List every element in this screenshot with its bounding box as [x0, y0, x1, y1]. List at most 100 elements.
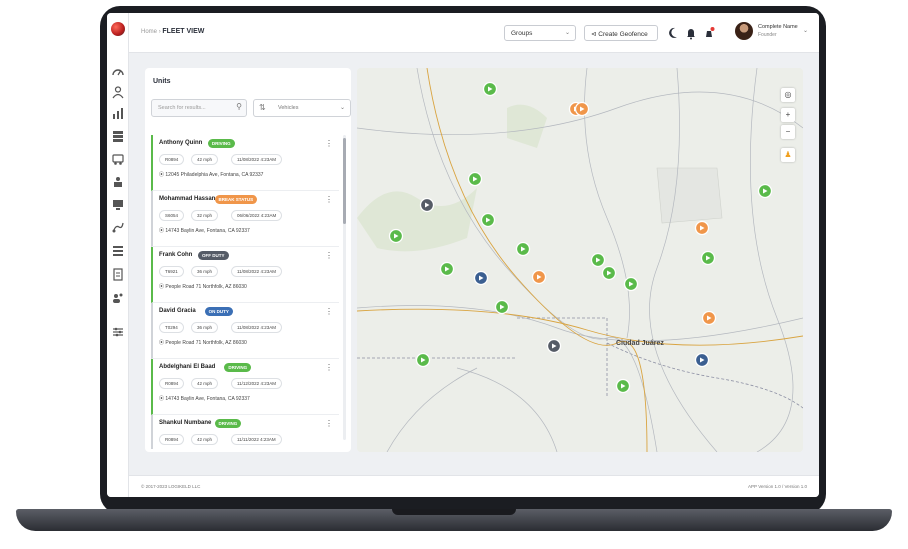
kebab-icon[interactable]: ⋮	[325, 195, 333, 204]
kebab-icon[interactable]: ⋮	[325, 307, 333, 316]
unit-id-chip: S6054	[159, 210, 185, 221]
chart-icon[interactable]	[111, 106, 125, 120]
vehicle-marker[interactable]	[480, 212, 496, 228]
monitor-icon[interactable]	[111, 198, 125, 212]
laptop-notch	[392, 509, 516, 515]
groups-select[interactable]: Groups ⌄	[504, 25, 576, 41]
vehicle-marker[interactable]	[574, 101, 590, 117]
unit-address-text: People Road 71 Northfolk, AZ 86030	[165, 284, 247, 290]
unit-card[interactable]: Abdelghani El Baad DRIVING ⋮ R0894 42 mph 11/…	[151, 359, 339, 415]
footer: © 2017-2023 LOGIKELD LLC APP Version 1.0…	[129, 475, 819, 497]
user-name: Complete Name	[758, 24, 798, 30]
status-badge: DRIVING	[224, 363, 252, 372]
users-icon[interactable]	[111, 85, 125, 99]
vehicle-marker[interactable]	[494, 299, 510, 315]
vehicle-marker[interactable]	[415, 352, 431, 368]
top-header: Home › FLEET VIEW Groups ⌄ ⊲ Create Geof…	[129, 13, 819, 53]
unit-card[interactable]: Frank Cohn OFF DUTY ⋮ T6921 36 mph 11/08/2022…	[151, 247, 339, 303]
vehicle-marker[interactable]	[467, 171, 483, 187]
status-badge: DRIVING	[207, 139, 235, 148]
unit-speed-chip: 36 mph	[191, 266, 219, 277]
unit-address-text: 14743 Baylin Ave, Fontana, CA 92337	[165, 228, 250, 234]
moon-icon[interactable]	[667, 26, 679, 40]
vehicle-marker[interactable]	[700, 250, 716, 266]
unit-time-chip: 11/12/2022 4:23AM	[231, 378, 282, 389]
app-version: APP Version 1.0 / Version 1.0	[748, 484, 807, 489]
truck-icon[interactable]	[111, 152, 125, 166]
vehicle-marker[interactable]	[615, 378, 631, 394]
unit-address-text: 14743 Baylin Ave, Fontana, CA 92337	[165, 396, 250, 402]
unit-id-chip: R0894	[159, 434, 185, 445]
vehicle-marker[interactable]	[694, 220, 710, 236]
unit-card[interactable]: Mohammad Hassan BREAK STATUS ⋮ S6054 32 mph 0…	[151, 191, 339, 247]
trailer-icon[interactable]	[111, 175, 125, 189]
create-geofence-button[interactable]: ⊲ Create Geofence	[584, 25, 658, 41]
user-role: Founder	[758, 32, 777, 38]
chevron-down-icon: ⌄	[339, 105, 345, 111]
unit-card[interactable]: Anthony Quinn DRIVING ⋮ R0894 42 mph 11/08/20…	[151, 135, 339, 191]
status-badge: OFF DUTY	[198, 251, 229, 260]
unit-time-chip: 11/08/2022 4:23AM	[231, 266, 282, 277]
sort-icon[interactable]: ⇅	[259, 103, 266, 112]
avatar[interactable]	[735, 22, 753, 40]
settings-icon[interactable]	[111, 325, 125, 339]
copyright: © 2017-2023 LOGIKELD LLC	[141, 484, 201, 489]
unit-card[interactable]: David Gracia ON DUTY ⋮ T0294 36 mph 11/08/202…	[151, 303, 339, 359]
unit-name: David Gracia	[159, 308, 196, 314]
dashboard-icon[interactable]	[111, 65, 125, 79]
search-input[interactable]: Search for results... ⚲	[151, 99, 247, 117]
vehicle-marker[interactable]	[590, 252, 606, 268]
vehicle-marker[interactable]	[757, 183, 773, 199]
create-geofence-label: Create Geofence	[598, 31, 648, 38]
vehicle-marker[interactable]	[531, 269, 547, 285]
vehicle-marker[interactable]	[439, 261, 455, 277]
kebab-icon[interactable]: ⋮	[325, 139, 333, 148]
unit-type-value: Vehicles	[278, 105, 299, 111]
logo-icon[interactable]	[111, 22, 125, 36]
unit-name: Mohammad Hassan	[159, 196, 216, 202]
people-icon[interactable]	[111, 291, 125, 305]
bell-icon[interactable]	[685, 26, 697, 40]
report-icon[interactable]	[111, 244, 125, 258]
unit-type-select[interactable]: ⇅ Vehicles ⌄	[253, 99, 351, 117]
unit-id-chip: T0294	[159, 322, 184, 333]
side-rail	[107, 13, 129, 497]
vehicle-marker[interactable]	[694, 352, 710, 368]
scrollbar-thumb[interactable]	[343, 138, 346, 224]
unit-id-chip: R0894	[159, 378, 185, 389]
breadcrumb-home[interactable]: Home	[141, 29, 157, 35]
kebab-icon[interactable]: ⋮	[325, 419, 333, 428]
unit-card[interactable]: Shankul Numbane DRIVING ⋮ R0894 42 mph 11/11/…	[151, 415, 339, 449]
kebab-icon[interactable]: ⋮	[325, 363, 333, 372]
unit-speed-chip: 42 mph	[191, 154, 219, 165]
notification-icon[interactable]	[703, 26, 715, 40]
chevron-down-icon[interactable]: ⌄	[803, 27, 808, 34]
vehicle-marker[interactable]	[701, 310, 717, 326]
search-icon[interactable]: ⚲	[236, 102, 242, 111]
unit-address: ⦿ 12045 Philadelphia Ave, Fontana, CA 92…	[159, 171, 263, 178]
vehicle-marker[interactable]	[388, 228, 404, 244]
vehicle-marker[interactable]	[623, 276, 639, 292]
unit-address-text: 12045 Philadelphia Ave, Fontana, CA 9233…	[165, 172, 264, 178]
kebab-icon[interactable]: ⋮	[325, 251, 333, 260]
breadcrumb: Home › FLEET VIEW	[141, 28, 204, 35]
list-icon[interactable]	[111, 129, 125, 143]
status-badge: DRIVING	[214, 419, 242, 428]
unit-name: Abdelghani El Baad	[159, 364, 216, 370]
vehicle-marker[interactable]	[419, 197, 435, 213]
clipboard-icon[interactable]	[111, 267, 125, 281]
unit-time-chip: 11/11/2022 4:23AM	[231, 434, 282, 445]
unit-id-chip: R0894	[159, 154, 185, 165]
fuel-icon[interactable]	[111, 220, 125, 234]
unit-name: Frank Cohn	[159, 252, 193, 258]
vehicle-marker[interactable]	[482, 81, 498, 97]
vehicle-marker[interactable]	[515, 241, 531, 257]
fleet-map[interactable]: Ciudad Juárez ◎ + − ♟	[357, 68, 803, 452]
vehicle-marker[interactable]	[601, 265, 617, 281]
app-screen: Home › FLEET VIEW Groups ⌄ ⊲ Create Geof…	[107, 13, 819, 497]
vehicle-markers	[388, 81, 773, 394]
unit-speed-chip: 32 mph	[191, 210, 219, 221]
vehicle-marker[interactable]	[546, 338, 562, 354]
status-badge: BREAK STATUS	[214, 195, 258, 204]
vehicle-marker[interactable]	[473, 270, 489, 286]
